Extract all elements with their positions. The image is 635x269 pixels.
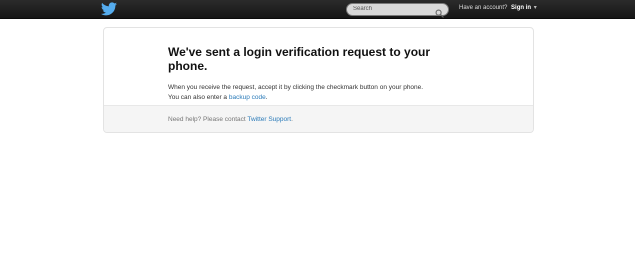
account-menu[interactable]: Have an account? Sign in ▾ xyxy=(459,4,537,13)
twitter-support-link[interactable]: Twitter Support xyxy=(247,116,291,123)
verification-instructions: When you receive the request, accept it … xyxy=(168,83,488,102)
help-prefix: Need help? Please contact xyxy=(168,116,248,123)
backup-code-link[interactable]: backup code xyxy=(229,94,266,101)
search-input[interactable] xyxy=(353,4,433,15)
help-suffix: . xyxy=(291,116,293,123)
search-icon[interactable] xyxy=(435,5,444,18)
chevron-down-icon[interactable]: ▾ xyxy=(534,5,537,11)
page-title: We've sent a login verification request … xyxy=(168,45,431,73)
instructions-line-2-prefix: You can also enter a xyxy=(168,93,229,101)
help-text: Need help? Please contact Twitter Suppor… xyxy=(168,115,293,124)
instructions-line-2-suffix: . xyxy=(265,93,268,101)
verification-card: We've sent a login verification request … xyxy=(103,27,534,133)
card-body: We've sent a login verification request … xyxy=(104,28,533,105)
account-prompt: Have an account? xyxy=(459,5,508,11)
twitter-bird-icon[interactable] xyxy=(101,2,117,16)
sign-in-link[interactable]: Sign in xyxy=(511,5,531,11)
help-footer: Need help? Please contact Twitter Suppor… xyxy=(104,105,533,132)
search-box[interactable] xyxy=(346,3,449,18)
instructions-line-1: When you receive the request, accept it … xyxy=(168,84,424,91)
top-navigation-bar: Have an account? Sign in ▾ xyxy=(0,0,635,19)
